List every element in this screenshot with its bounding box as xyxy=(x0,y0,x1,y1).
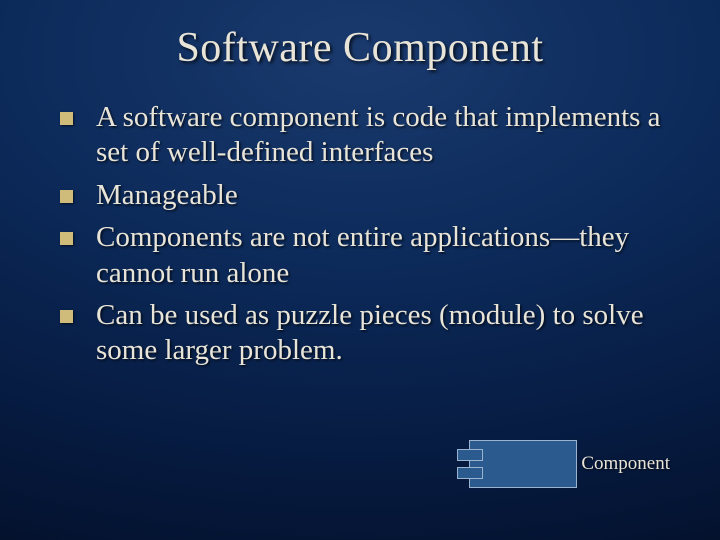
bullet-text: Components are not entire applications—t… xyxy=(96,221,629,288)
slide-title: Software Component xyxy=(42,24,678,72)
component-diagram: Component xyxy=(469,440,670,488)
list-item: A software component is code that implem… xyxy=(60,100,670,171)
bullet-icon xyxy=(60,310,73,323)
bullet-icon xyxy=(60,190,73,203)
list-item: Manageable xyxy=(60,178,670,213)
component-notch-icon xyxy=(457,449,483,461)
bullet-text: Can be used as puzzle pieces (module) to… xyxy=(96,299,644,366)
bullet-text: A software component is code that implem… xyxy=(96,101,661,168)
bullet-icon xyxy=(60,232,73,245)
component-notch-icon xyxy=(457,467,483,479)
component-icon xyxy=(469,440,577,488)
bullet-text: Manageable xyxy=(96,179,238,211)
list-item: Components are not entire applications—t… xyxy=(60,220,670,291)
bullet-list: A software component is code that implem… xyxy=(42,100,678,369)
slide: Software Component A software component … xyxy=(0,0,720,540)
list-item: Can be used as puzzle pieces (module) to… xyxy=(60,298,670,369)
component-label: Component xyxy=(581,453,670,475)
bullet-icon xyxy=(60,112,73,125)
